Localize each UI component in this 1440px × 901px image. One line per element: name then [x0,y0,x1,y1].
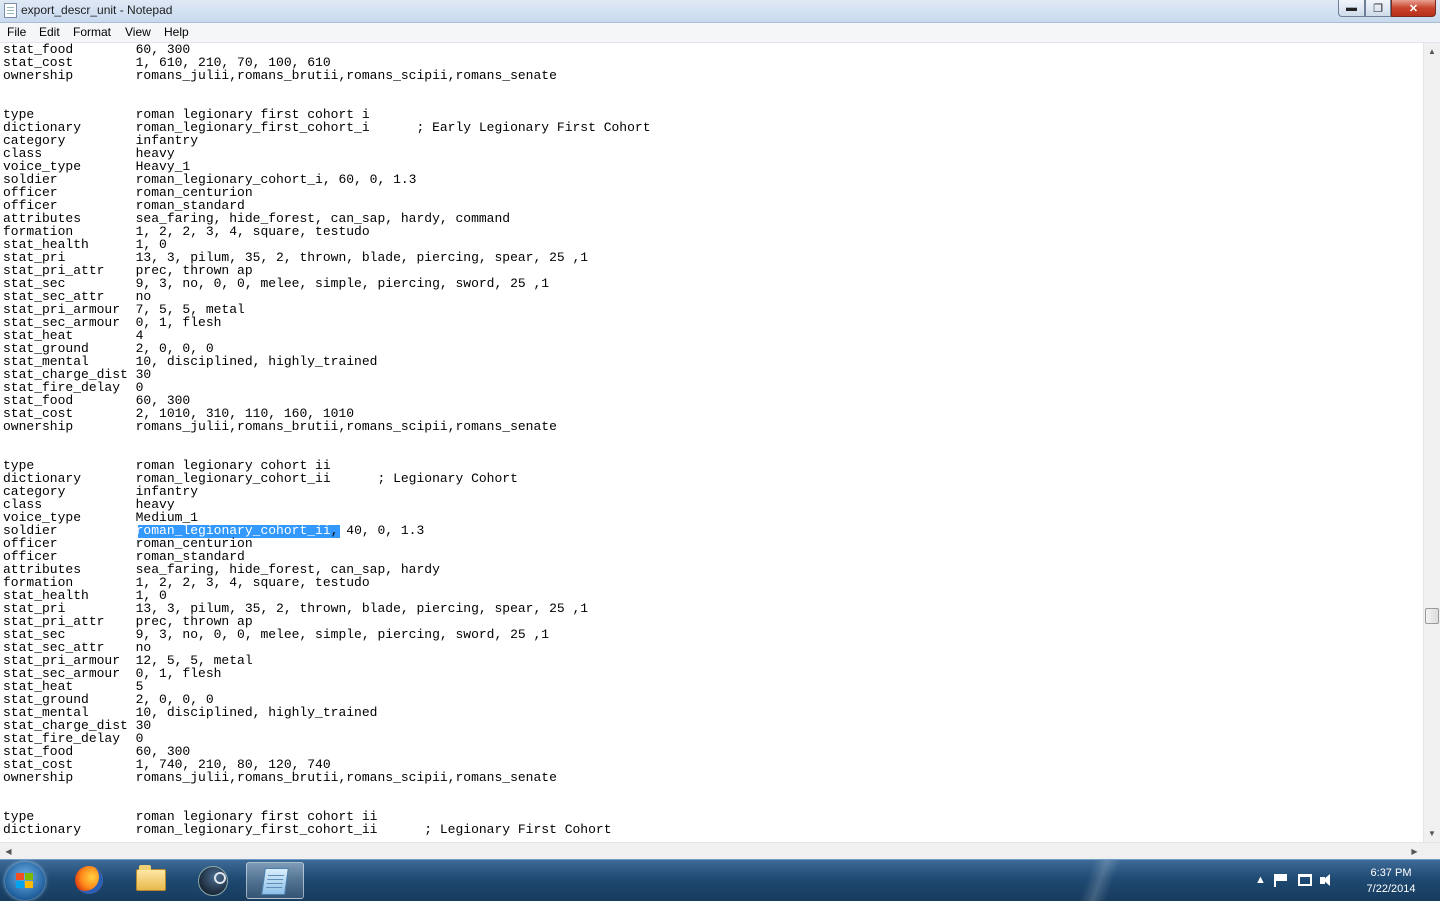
volume-icon[interactable] [1319,873,1335,887]
text-line: ownership romans_julii,romans_brutii,rom… [3,68,557,83]
document-text[interactable]: stat_food 60, 300 stat_cost 1, 610, 210,… [3,43,651,836]
text-line: ownership romans_julii,romans_brutii,rom… [3,770,557,785]
text-editor[interactable]: stat_food 60, 300 stat_cost 1, 610, 210,… [0,43,1423,842]
minimize-button[interactable]: ▬ [1338,0,1365,17]
menu-view[interactable]: View [125,25,151,39]
scroll-down-button[interactable]: ▼ [1424,825,1440,842]
menu-file[interactable]: File [7,25,26,39]
arrow-right-icon: ▶ [1411,846,1418,856]
notepad-icon [261,868,289,895]
taskbar-notepad[interactable] [246,862,304,899]
clock[interactable]: 6:37 PM 7/22/2014 [1352,865,1430,897]
minimize-icon: ▬ [1346,2,1357,14]
show-hidden-icons-button[interactable]: ▲ [1255,874,1266,886]
start-button[interactable] [5,862,45,900]
taskbar-explorer[interactable] [122,862,180,899]
vertical-scrollbar[interactable]: ▲ ▼ [1423,43,1440,842]
close-icon: ✕ [1408,2,1419,15]
scroll-left-button[interactable]: ◀ [0,843,17,859]
taskbar: ▲ 6:37 PM 7/22/2014 [0,859,1440,901]
system-tray: ▲ [1255,870,1335,890]
text-line: dictionary roman_legionary_first_cohort_… [3,822,612,837]
window-controls: ▬ ❐ ✕ [1338,0,1436,18]
close-button[interactable]: ✕ [1391,0,1436,17]
clock-time: 6:37 PM [1370,867,1412,879]
network-icon[interactable] [1297,874,1312,886]
clock-date: 7/22/2014 [1366,883,1416,895]
folder-icon [136,865,166,891]
maximize-button[interactable]: ❐ [1365,0,1391,17]
windows-logo-icon [16,873,34,889]
taskbar-firefox[interactable] [60,862,118,899]
notepad-icon[interactable] [4,3,17,18]
title-bar[interactable]: export_descr_unit - Notepad ▬ ❐ ✕ [0,0,1440,23]
steam-icon [198,866,228,896]
taskbar-steam[interactable] [184,862,242,899]
scroll-right-button[interactable]: ▶ [1406,843,1423,859]
horizontal-scrollbar[interactable]: ◀ ▶ [0,842,1440,859]
text-line: ownership romans_julii,romans_brutii,rom… [3,419,557,434]
menu-edit[interactable]: Edit [39,25,60,39]
window-title: export_descr_unit - Notepad [21,3,173,17]
menu-bar: File Edit Format View Help [0,23,1440,43]
arrow-left-icon: ◀ [5,846,12,856]
maximize-icon: ❐ [1373,2,1383,15]
menu-help[interactable]: Help [164,25,189,39]
arrow-up-icon: ▲ [1428,47,1436,56]
arrow-down-icon: ▼ [1428,829,1436,838]
scroll-up-button[interactable]: ▲ [1424,43,1440,60]
menu-format[interactable]: Format [73,25,111,39]
firefox-icon [75,866,103,894]
vertical-scroll-thumb[interactable] [1425,608,1439,624]
action-center-flag-icon[interactable] [1273,873,1290,887]
